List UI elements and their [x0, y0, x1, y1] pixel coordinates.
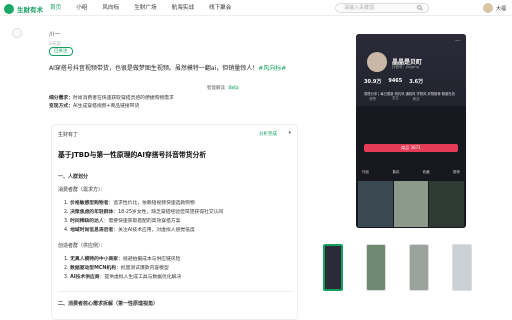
list-item: 4. 地域时尚信息滞后者：关注AI技术应用，对虚拟人感觉低度 [64, 228, 195, 233]
author-name[interactable]: 川一 [49, 30, 61, 38]
image-thumbnail[interactable] [323, 244, 343, 291]
author-avatar[interactable] [12, 28, 22, 38]
logo-icon [4, 3, 14, 14]
post-meta: 细分需求：时尚消费者在快速获取穿搭灵感的便捷购物需求 变现方式：AI生成穿搭视频… [49, 95, 299, 111]
list-item: 1. 无真人模特的中小商家：规避拍摄成本与供应链风险 [64, 257, 181, 262]
ai-interpret-button[interactable]: 智能解读 Beta [207, 85, 241, 91]
card-header: 生财有丁 [58, 132, 79, 138]
chevron-down-icon[interactable]: ▾ [288, 130, 291, 136]
image-thumbnail[interactable] [366, 244, 386, 291]
stat-likes: 30.9万 获赞 [364, 79, 382, 101]
image-thumbnail[interactable] [409, 244, 429, 291]
divider [58, 291, 292, 292]
list-item: 2. 决策焦虑的年轻群体：18-25岁女性，缺乏穿搭经验但渴望获得社交认同 [64, 210, 224, 215]
post-text: AI穿搭号抖音视频带货，也很是做梦图生视频。虽然模特一翻ai，但销量惊人！#风向… [49, 64, 311, 74]
profile-bio: 穿搭分享 | 每日更新 简约风 通勤风 学院风 好物推荐 橱窗在线 [364, 92, 455, 96]
profile-tabs: 作品 喜欢 收藏 推荐 [362, 170, 460, 175]
section-2-heading: 二、消费者核心需求拆解（第一性原理视角） [58, 301, 159, 307]
nav-meetup[interactable]: 线下聚会 [209, 3, 231, 13]
search-placeholder: 请输入关键词 [344, 5, 375, 11]
avatar [482, 3, 493, 13]
post-header: 川一 2天前 [49, 30, 61, 47]
image-thumbnail[interactable] [452, 244, 472, 291]
logo-text: 生财有术 [17, 5, 43, 14]
nav-groups[interactable]: 小组 [76, 3, 87, 13]
screenshot-preview[interactable]: ··· 晶晶是贝町 抖音号：Jingjing 30.9万 获赞 9465 关注 3.… [356, 34, 466, 228]
card-status[interactable]: 分析完成 [259, 131, 277, 137]
user-menu[interactable]: 大福 [482, 3, 506, 13]
nav-square[interactable]: 生财广场 [134, 3, 156, 13]
card-title: 基于JTBD与第一性原理的AI穿搭号抖音带货分析 [58, 151, 207, 159]
user-name: 大福 [495, 5, 506, 12]
ai-analysis-card: 生财有丁 分析完成 ▾ 基于JTBD与第一性原理的AI穿搭号抖音带货分析 一、人… [51, 124, 298, 320]
nav-practice[interactable]: 航海实战 [172, 3, 194, 13]
search-input[interactable]: 请输入关键词 [335, 3, 429, 13]
main-nav: 首页 小组 风向标 生财广场 航海实战 线下聚会 [50, 3, 246, 13]
profile-tab: 推荐 [452, 170, 460, 174]
section-1b-heading: 创造者群（供应侧）： [58, 243, 106, 249]
shop-button: 商品 3671 [364, 144, 458, 152]
post-hashtag[interactable]: #风向标# [258, 65, 286, 72]
logo[interactable]: 生财有术 [4, 3, 43, 14]
list-item: 2. 数据驱动型MCN机构：批量测试爆款内容模型 [64, 266, 169, 271]
post-text-main: AI穿搭号抖音视频带货，也很是做梦图生视频。虽然模特一翻ai，但销量惊人！ [49, 65, 259, 72]
profile-tab: 喜欢 [392, 170, 400, 174]
beta-badge: Beta [227, 85, 241, 90]
profile-avatar [367, 52, 387, 72]
image-thumbnails [323, 244, 472, 291]
list-item: 3. AI技术供应商：提供虚拟人生成工具与数据优化解决 [64, 275, 182, 280]
section-1-heading: 一、人群划分 [58, 174, 89, 180]
list-item: 1. 价格敏感型购物者：追求性价比，依赖短视频快速选款购物 [64, 201, 195, 206]
meta-need: 细分需求：时尚消费者在快速获取穿搭灵感的便捷购物需求 [49, 96, 174, 101]
video-thumbnail [429, 181, 464, 227]
profile-tab: 收藏 [422, 170, 430, 174]
profile-id: 抖音号：Jingjing [392, 65, 419, 69]
profile-stats: 30.9万 获赞 9465 关注 3.6万 粉丝 [364, 78, 423, 104]
meta-mode: 变现方式：AI生成穿搭视频+商品链接带货 [49, 104, 140, 109]
stat-following: 9465 关注 [388, 78, 403, 100]
follow-button[interactable]: 已关注 [49, 47, 73, 56]
nav-trends[interactable]: 风向标 [102, 3, 119, 13]
section-1a-heading: 消费者群（需求方）： [58, 187, 106, 193]
stat-fans: 3.6万 粉丝 [409, 79, 424, 101]
ai-interpret-label: 智能解读 [207, 86, 225, 91]
list-item: 3. 时间稀缺的达人：需要快速获取搭配的高效穿搭方案 [64, 219, 181, 224]
more-icon: ··· [455, 38, 460, 44]
search-icon[interactable] [417, 5, 423, 11]
video-grid [358, 181, 464, 228]
top-bar: 生财有术 首页 小组 风向标 生财广场 航海实战 线下聚会 请输入关键词 大福 [0, 0, 512, 16]
video-thumbnail [358, 181, 393, 227]
video-thumbnail [393, 181, 429, 227]
nav-home[interactable]: 首页 [50, 3, 61, 13]
profile-tab: 作品 [362, 170, 369, 174]
